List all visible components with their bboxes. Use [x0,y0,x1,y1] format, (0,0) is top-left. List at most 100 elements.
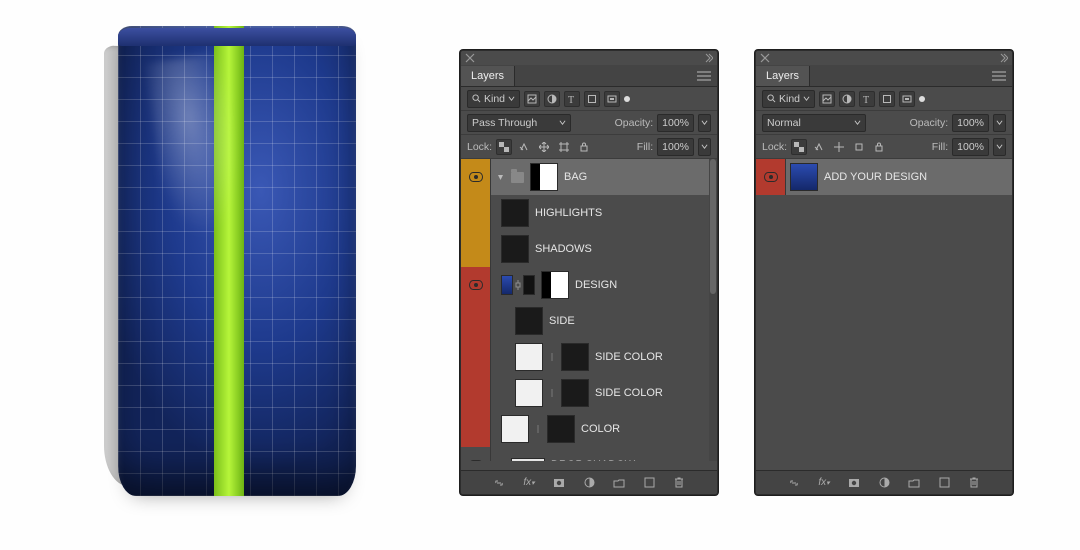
blend-row: Normal Opacity: 100% [756,111,1012,135]
layer-row[interactable]: SIDE COLOR [461,339,717,375]
opacity-input[interactable]: 100% [657,114,694,132]
fill-chevron[interactable] [993,138,1006,156]
fill-value: 100% [957,141,984,153]
lock-artboard-icon[interactable] [556,139,572,155]
visibility-toggle[interactable] [756,159,786,195]
new-group-icon[interactable] [611,475,627,491]
tab-layers[interactable]: Layers [461,66,515,86]
layer-row[interactable]: SHADOWS [461,231,717,267]
layers-panel-design: Layers Kind T Normal Opacity: 100% Lock: [755,50,1013,495]
filter-kind-select[interactable]: Kind [762,90,815,108]
layer-fx-icon[interactable]: fx▾ [816,475,832,491]
opacity-chevron[interactable] [698,114,711,132]
layer-mask-icon[interactable] [551,475,567,491]
blend-row: Pass Through Opacity: 100% [461,111,717,135]
visibility-toggle[interactable] [461,159,491,195]
layer-row[interactable]: DESIGN [461,267,717,303]
filter-smart-icon[interactable] [899,91,915,107]
tab-layers[interactable]: Layers [756,66,810,86]
filter-shape-icon[interactable] [879,91,895,107]
layer-mask-thumbnail [561,343,589,371]
visibility-toggle[interactable] [461,195,491,231]
delete-layer-icon[interactable] [671,475,687,491]
filter-adjust-icon[interactable] [544,91,560,107]
layer-name: ADD YOUR DESIGN [824,171,927,183]
filter-pixel-icon[interactable] [524,91,540,107]
lock-row: Lock: Fill: 100% [461,135,717,159]
filter-adjust-icon[interactable] [839,91,855,107]
lock-image-icon[interactable] [516,139,532,155]
layer-mask-thumbnail [547,415,575,443]
layer-row[interactable]: BAG [461,159,717,195]
visibility-toggle[interactable] [461,267,491,303]
opacity-value: 100% [957,117,984,129]
visibility-toggle[interactable] [461,231,491,267]
panel-menu-icon[interactable] [691,71,717,81]
scrollbar-thumb[interactable] [710,159,716,294]
visibility-toggle[interactable] [461,303,491,339]
disclosure-icon[interactable] [495,174,505,181]
collapse-icon[interactable] [703,53,713,63]
filter-pixel-icon[interactable] [819,91,835,107]
link-layers-icon[interactable] [491,475,507,491]
layer-row[interactable]: COLOR [461,411,717,447]
collapse-icon[interactable] [998,53,1008,63]
panel-menu-icon[interactable] [986,71,1012,81]
tab-label: Layers [766,70,799,82]
eye-icon [764,172,778,182]
new-group-icon[interactable] [906,475,922,491]
lock-transparency-icon[interactable] [791,139,807,155]
delete-layer-icon[interactable] [966,475,982,491]
bag-top-seal [118,28,356,46]
fill-label: Fill: [932,141,948,153]
visibility-toggle[interactable] [461,411,491,447]
lock-all-icon[interactable] [576,139,592,155]
opacity-input[interactable]: 100% [952,114,989,132]
layer-row[interactable]: SIDE COLOR [461,375,717,411]
visibility-toggle[interactable] [461,375,491,411]
lock-position-icon[interactable] [831,139,847,155]
adjustment-layer-icon[interactable] [876,475,892,491]
link-layers-icon[interactable] [786,475,802,491]
layer-row[interactable]: SIDE [461,303,717,339]
opacity-chevron[interactable] [993,114,1006,132]
filter-shape-icon[interactable] [584,91,600,107]
filter-type-icon[interactable]: T [859,91,875,107]
lock-image-icon[interactable] [811,139,827,155]
lock-all-icon[interactable] [871,139,887,155]
layer-row[interactable]: HIGHLIGHTS [461,195,717,231]
close-icon[interactable] [760,53,770,63]
layer-body: ADD YOUR DESIGN [786,159,1012,195]
filter-type-icon[interactable]: T [564,91,580,107]
visibility-toggle[interactable] [461,447,491,461]
filter-smart-icon[interactable] [604,91,620,107]
fill-input[interactable]: 100% [952,138,989,156]
layer-name: SHADOWS [535,243,592,255]
fill-chevron[interactable] [698,138,711,156]
layer-thumbnail [501,199,529,227]
new-layer-icon[interactable] [641,475,657,491]
lock-transparency-icon[interactable] [496,139,512,155]
layer-body: COLOR [491,411,717,447]
filter-kind-label: Kind [779,93,800,105]
close-icon[interactable] [465,53,475,63]
layer-row[interactable]: ADD YOUR DESIGN [756,159,1012,195]
layer-thumbnail [515,343,543,371]
lock-position-icon[interactable] [536,139,552,155]
fill-input[interactable]: 100% [657,138,694,156]
scrollbar[interactable] [709,159,717,461]
layer-body: DESIGN [491,267,717,303]
layer-thumbnail [501,235,529,263]
blend-mode-value: Normal [767,117,801,129]
visibility-toggle[interactable] [461,339,491,375]
layer-mask-icon[interactable] [846,475,862,491]
layer-thumbnail [515,379,543,407]
blend-mode-select[interactable]: Pass Through [467,114,571,132]
lock-artboard-icon[interactable] [851,139,867,155]
filter-kind-select[interactable]: Kind [467,90,520,108]
layer-row[interactable]: DROP SHADOW [461,447,717,461]
adjustment-layer-icon[interactable] [581,475,597,491]
layer-fx-icon[interactable]: fx▾ [521,475,537,491]
new-layer-icon[interactable] [936,475,952,491]
blend-mode-select[interactable]: Normal [762,114,866,132]
